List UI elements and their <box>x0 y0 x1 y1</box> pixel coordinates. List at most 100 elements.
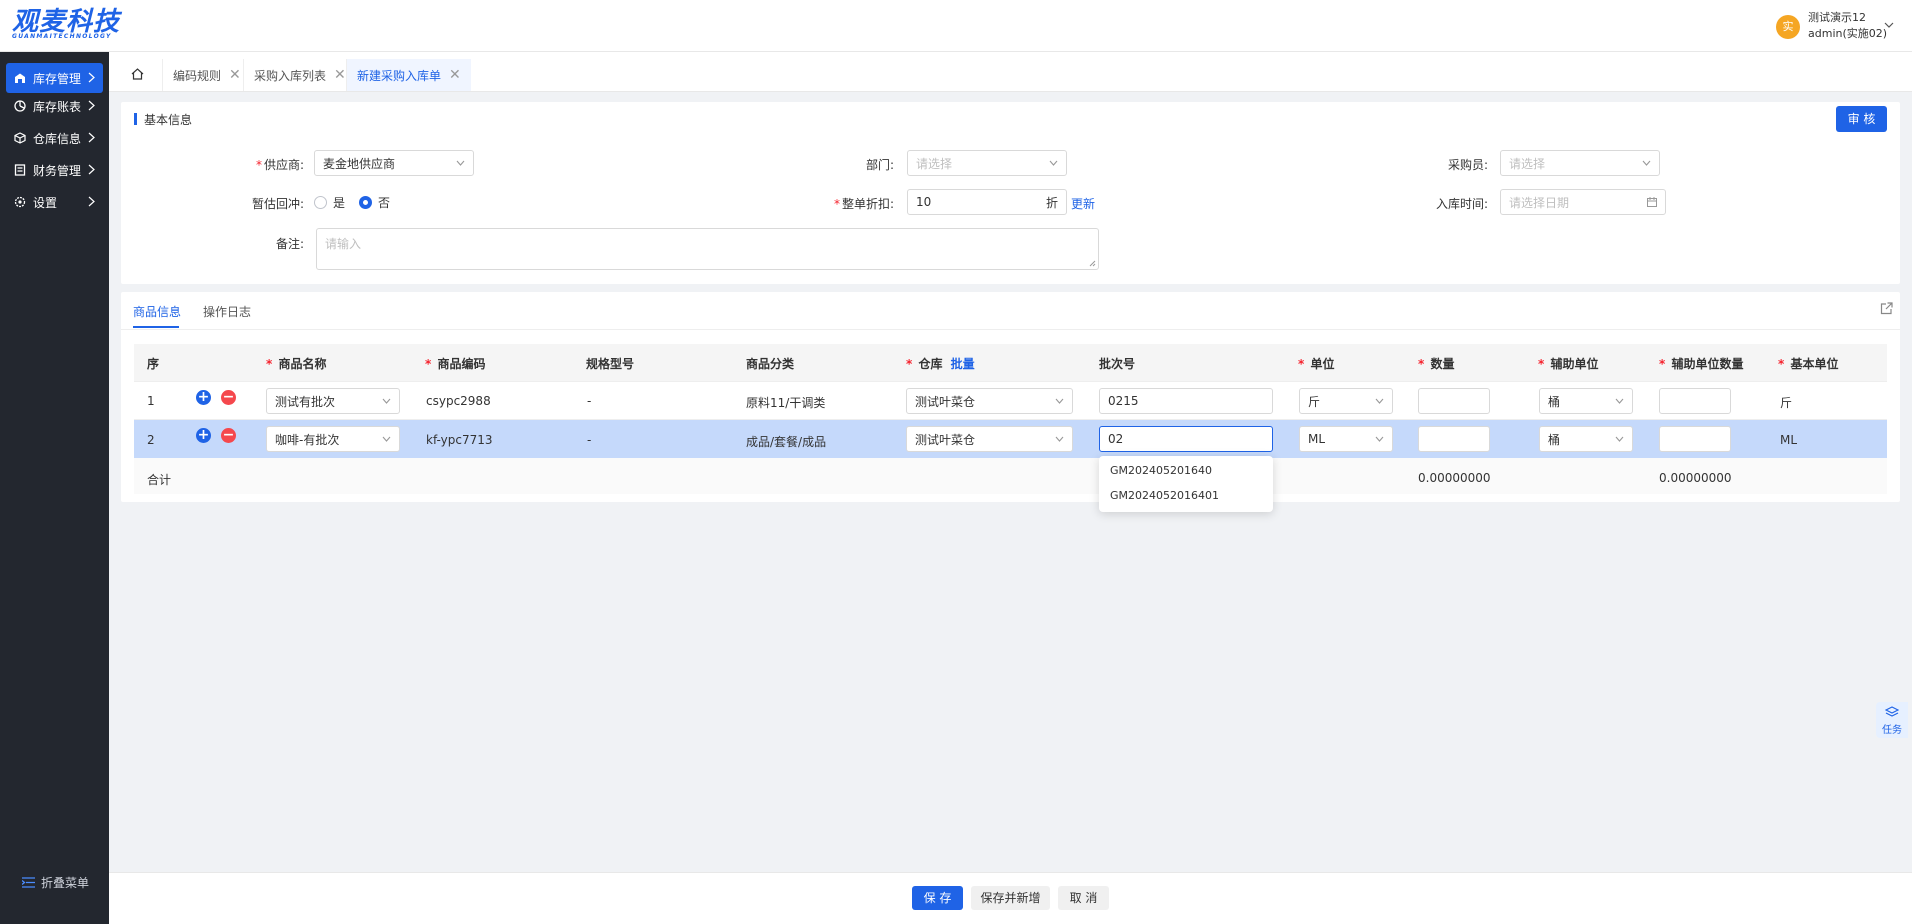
save-and-new-button[interactable]: 保存并新增 <box>971 886 1050 910</box>
batch-no-input[interactable]: 0215 <box>1099 388 1273 414</box>
total-label: 合计 <box>147 473 172 487</box>
batch-set-link[interactable]: 批量 <box>951 357 975 371</box>
batch-no-value: 02 <box>1108 432 1124 446</box>
audit-button[interactable]: 审 核 <box>1836 106 1887 132</box>
th-qty-text: 数量 <box>1430 357 1455 371</box>
th-seq: 序 <box>147 357 160 371</box>
qty-input[interactable] <box>1418 388 1490 414</box>
remove-row-icon[interactable]: − <box>221 390 236 405</box>
product-category: 原料11/干调类 <box>746 396 826 410</box>
dept-select[interactable]: 请选择 <box>907 150 1067 176</box>
radio-yes[interactable] <box>314 196 327 209</box>
buyer-label: 采购员: <box>1447 158 1488 172</box>
logo[interactable]: 观麦科技 <box>12 8 120 36</box>
date-label: 入库时间: <box>1435 197 1488 211</box>
tab-new-purchase-inbound[interactable]: 新建采购入库单 ✕ <box>346 59 471 91</box>
resize-handle-icon[interactable] <box>1089 260 1096 267</box>
ledger-icon <box>14 164 26 176</box>
save-button[interactable]: 保 存 <box>912 886 963 910</box>
product-category: 成品/套餐/成品 <box>746 435 827 449</box>
update-link[interactable]: 更新 <box>1071 195 1095 212</box>
discount-label: * 整单折扣: <box>833 197 894 211</box>
th-aux-unit-text: 辅助单位 <box>1550 357 1599 371</box>
discount-label-text: 整单折扣: <box>841 197 894 211</box>
chevron-down-icon <box>456 160 465 166</box>
remove-row-icon[interactable]: − <box>221 428 236 443</box>
tab-purchase-inbound-list[interactable]: 采购入库列表 ✕ <box>243 59 356 91</box>
tab-operation-log[interactable]: 操作日志 <box>203 303 251 320</box>
aux-qty-input[interactable] <box>1659 388 1731 414</box>
home-icon[interactable] <box>131 68 144 80</box>
task-button[interactable]: 任务 <box>1876 702 1908 738</box>
user-name: 测试演示12 <box>1808 11 1866 24</box>
aux-unit-select[interactable]: 桶 <box>1539 426 1633 452</box>
close-icon[interactable]: ✕ <box>229 67 241 83</box>
chevron-right-icon <box>88 164 95 175</box>
avatar[interactable]: 实 <box>1776 15 1800 39</box>
buyer-select[interactable]: 请选择 <box>1500 150 1660 176</box>
product-name-select[interactable]: 咖啡-有批次 <box>266 426 400 452</box>
sidebar-item-settings[interactable]: 设置 <box>6 187 103 217</box>
total-aux-qty: 0.00000000 <box>1659 471 1732 485</box>
add-row-icon[interactable]: + <box>196 390 211 405</box>
chevron-down-icon <box>1055 436 1064 442</box>
radio-no[interactable] <box>359 196 373 209</box>
sidebar-item-label: 仓库信息 <box>33 131 82 146</box>
unit-select[interactable]: ML <box>1299 426 1393 452</box>
discount-value: 10 <box>916 195 932 209</box>
row-seq: 1 <box>147 394 155 408</box>
sidebar-item-warehouse-info[interactable]: 仓库信息 <box>6 123 103 153</box>
menu-fold-icon <box>22 877 35 888</box>
sidebar-item-finance[interactable]: 财务管理 <box>6 155 103 185</box>
chevron-down-icon[interactable] <box>1884 21 1894 29</box>
aux-unit-select[interactable]: 桶 <box>1539 388 1633 414</box>
discount-unit: 折 <box>1045 195 1058 210</box>
tab-label: 新建采购入库单 <box>357 68 442 83</box>
sidebar-item-label: 库存管理 <box>33 71 82 86</box>
date-picker[interactable]: 请选择日期 <box>1500 189 1666 215</box>
sidebar-item-inventory[interactable]: 库存管理 <box>6 63 103 93</box>
top-bar <box>0 0 1912 52</box>
chevron-right-icon <box>88 72 95 83</box>
discount-input[interactable]: 10 折 <box>907 189 1067 215</box>
th-category: 商品分类 <box>746 357 795 371</box>
dropdown-option[interactable]: GM2024052016401 <box>1110 489 1219 502</box>
close-icon[interactable]: ✕ <box>449 67 461 83</box>
tab-goods-info[interactable]: 商品信息 <box>133 303 181 320</box>
collapse-menu-label: 折叠菜单 <box>41 876 90 890</box>
close-icon[interactable]: ✕ <box>334 67 346 83</box>
warehouse-select[interactable]: 测试叶菜仓 <box>906 426 1073 452</box>
user-info[interactable]: 测试演示12 admin(实施02) <box>1808 10 1887 42</box>
product-spec: - <box>587 394 592 408</box>
dropdown-option[interactable]: GM202405201640 <box>1110 464 1212 477</box>
export-icon[interactable] <box>1880 302 1893 315</box>
cancel-button[interactable]: 取 消 <box>1058 886 1109 910</box>
product-name-value: 咖啡-有批次 <box>275 432 340 447</box>
total-qty: 0.00000000 <box>1418 471 1491 485</box>
supplier-select[interactable]: 麦金地供应商 <box>314 150 474 176</box>
sidebar-item-inventory-report[interactable]: 库存账表 <box>6 91 103 121</box>
tab-active-indicator <box>133 326 179 328</box>
add-row-icon[interactable]: + <box>196 428 211 443</box>
chevron-right-icon <box>88 132 95 143</box>
remark-textarea[interactable]: 请输入 <box>316 228 1099 270</box>
warehouse-value: 测试叶菜仓 <box>915 432 976 447</box>
th-unit: * 单位 <box>1298 357 1335 371</box>
unit-select[interactable]: 斤 <box>1299 388 1393 414</box>
radio-yes-label: 是 <box>333 196 346 210</box>
tab-encoding-rules[interactable]: 编码规则 ✕ <box>162 59 251 91</box>
dept-placeholder: 请选择 <box>916 156 953 171</box>
batch-no-input-focused[interactable]: 02 <box>1099 426 1273 452</box>
warehouse-select[interactable]: 测试叶菜仓 <box>906 388 1073 414</box>
qty-input[interactable] <box>1418 426 1490 452</box>
th-spec: 规格型号 <box>586 357 635 371</box>
chevron-down-icon <box>1375 398 1384 404</box>
base-unit: ML <box>1780 433 1798 447</box>
task-label: 任务 <box>1882 725 1902 736</box>
chevron-right-icon <box>88 100 95 111</box>
collapse-menu-button[interactable]: 折叠菜单 <box>22 874 89 891</box>
chevron-down-icon <box>382 436 391 442</box>
th-name: * 商品名称 <box>266 357 327 371</box>
product-name-select[interactable]: 测试有批次 <box>266 388 400 414</box>
aux-qty-input[interactable] <box>1659 426 1731 452</box>
